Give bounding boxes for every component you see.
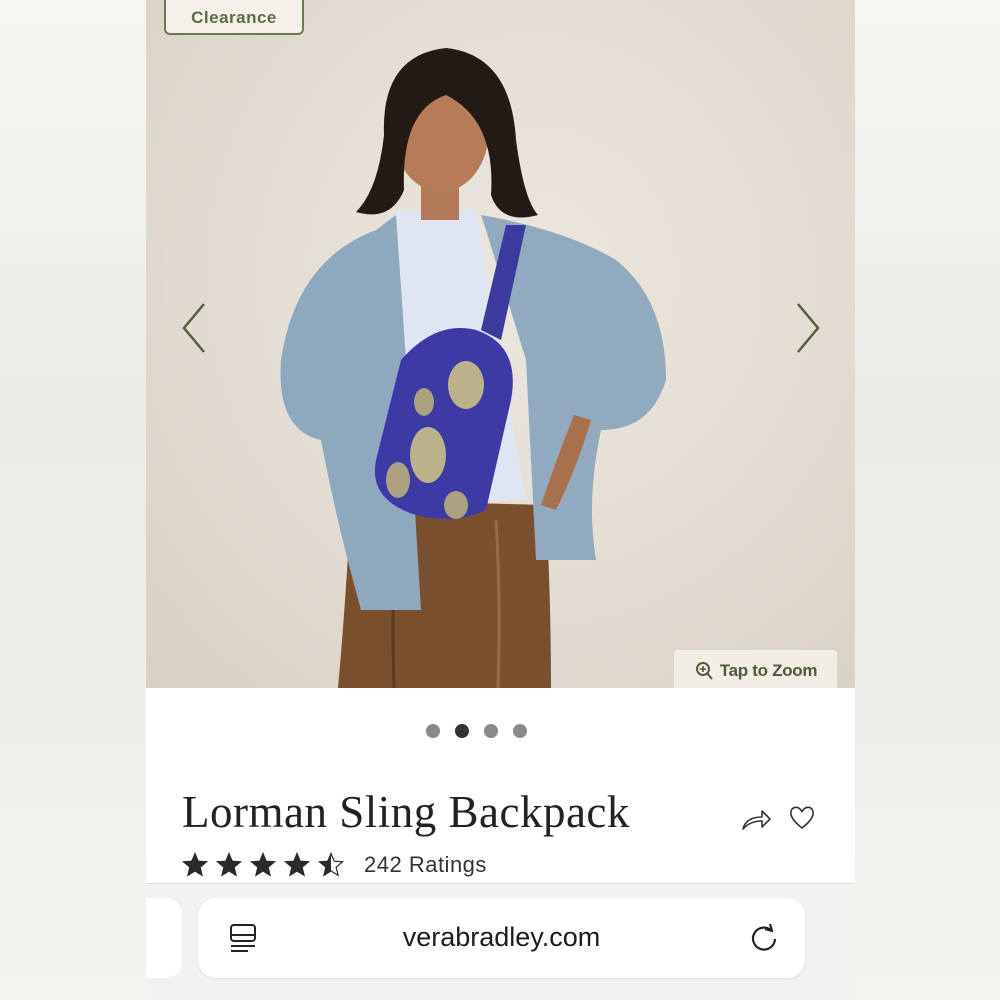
carousel-dots [146, 724, 855, 738]
zoom-label: Tap to Zoom [719, 661, 818, 680]
address-bar[interactable]: verabradley.com [198, 898, 805, 978]
carousel-dot[interactable] [484, 724, 498, 738]
chevron-left-icon[interactable] [176, 300, 216, 356]
star-icon [250, 852, 276, 877]
rating-row[interactable]: 242 Ratings [182, 852, 487, 878]
zoom-icon [695, 662, 713, 680]
carousel-dot[interactable] [455, 724, 469, 738]
heart-icon[interactable] [788, 803, 816, 831]
previous-tab-preview[interactable] [146, 898, 182, 978]
browser-toolbar: verabradley.com [146, 883, 855, 1000]
share-icon[interactable] [740, 805, 772, 833]
carousel-dot[interactable] [426, 724, 440, 738]
carousel-dot[interactable] [513, 724, 527, 738]
star-icon [318, 852, 344, 877]
clearance-badge: Clearance [164, 0, 304, 35]
chevron-right-icon[interactable] [786, 300, 826, 356]
url-text: verabradley.com [402, 922, 601, 952]
tap-to-zoom-button[interactable]: Tap to Zoom [674, 650, 837, 688]
reload-icon[interactable] [748, 922, 780, 954]
left-background-band [0, 0, 146, 1000]
model-photo [280, 48, 666, 688]
star-icon [182, 852, 208, 877]
product-title: Lorman Sling Backpack [182, 787, 630, 837]
star-icon [284, 852, 310, 877]
product-image[interactable]: Clearance Tap to Zoom [146, 0, 855, 688]
star-icon [216, 852, 242, 877]
phone-screen: Clearance Tap to Zoom Lorman Sling Backp… [146, 0, 855, 1000]
right-background-band [855, 0, 1000, 1000]
star-rating [182, 852, 344, 878]
rating-count: 242 Ratings [364, 852, 487, 877]
